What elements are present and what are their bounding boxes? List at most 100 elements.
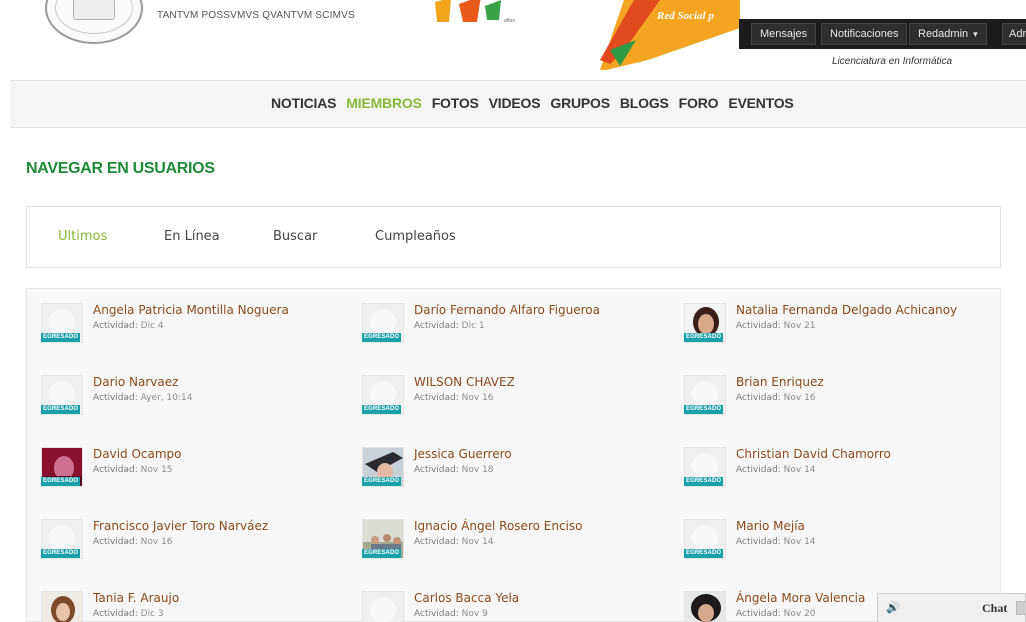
member-card[interactable]: EGRESADO Ignacio Ángel Rosero Enciso Activ… <box>348 505 658 569</box>
member-card[interactable]: Tania F. Araujo Actividad: Dic 3 <box>27 577 337 622</box>
messages-button[interactable]: Mensajes <box>751 23 817 45</box>
member-activity: Actividad: Nov 16 <box>736 393 816 403</box>
default-user-icon <box>370 381 396 407</box>
member-activity: Actividad: Nov 14 <box>414 537 494 547</box>
member-name[interactable]: WILSON CHAVEZ <box>414 375 515 389</box>
avatar-photo <box>685 592 725 622</box>
activity-date: Nov 16 <box>783 393 816 403</box>
brand-title: Red Social p <box>657 10 714 22</box>
anniversary-logo[interactable]: años <box>425 0 565 24</box>
member-card[interactable]: EGRESADO Dario Narvaez Actividad: Ayer, 10… <box>27 361 337 425</box>
notifications-button[interactable]: Notificaciones <box>821 23 908 45</box>
member-card[interactable]: Carlos Bacca Yela Actividad: Nov 9 <box>348 577 658 622</box>
avatar-placeholder[interactable] <box>362 591 404 622</box>
member-name[interactable]: Brian Enriquez <box>736 375 824 389</box>
default-user-icon <box>49 381 75 407</box>
member-activity: Actividad: Nov 16 <box>414 393 494 403</box>
member-card[interactable]: EGRESADO Brian Enriquez Actividad: Nov 16 <box>670 361 980 425</box>
member-name[interactable]: Ignacio Ángel Rosero Enciso <box>414 519 582 533</box>
member-list: EGRESADO Angela Patricia Montilla Noguera… <box>26 288 1001 622</box>
member-card[interactable]: EGRESADO David Ocampo Actividad: Nov 15 <box>27 433 337 497</box>
chat-toggle-button[interactable] <box>1016 601 1026 615</box>
admin-button[interactable]: Adm <box>1002 23 1026 45</box>
tab-en-linea[interactable]: En Línea <box>164 229 220 244</box>
member-activity: Actividad: Nov 14 <box>736 465 816 475</box>
member-activity: Actividad: Dic 4 <box>93 321 164 331</box>
member-name[interactable]: Christian David Chamorro <box>736 447 891 461</box>
activity-date: Nov 14 <box>783 537 816 547</box>
member-card[interactable]: EGRESADO Darío Fernando Alfaro Figueroa Ac… <box>348 289 658 353</box>
nav-item-grupos[interactable]: GRUPOS <box>550 95 610 111</box>
activity-label: Actividad: <box>93 609 138 619</box>
activity-label: Actividad: <box>414 537 459 547</box>
activity-label: Actividad: <box>414 393 459 403</box>
user-menu-button[interactable]: Redadmin ▾ <box>909 23 987 45</box>
avatar[interactable] <box>41 591 83 622</box>
member-name[interactable]: Ángela Mora Valencia <box>736 591 865 605</box>
tab-ultimos[interactable]: Ultimos <box>58 229 107 244</box>
member-name[interactable]: Carlos Bacca Yela <box>414 591 519 605</box>
graduate-badge: EGRESADO <box>684 549 724 558</box>
graduate-badge: EGRESADO <box>362 333 402 342</box>
chat-label: Chat <box>982 601 1008 615</box>
speaker-icon[interactable]: 🔊 <box>886 601 900 614</box>
activity-date: Dic 4 <box>140 321 164 331</box>
nav-item-eventos[interactable]: EVENTOS <box>728 95 793 111</box>
member-activity: Actividad: Dic 3 <box>93 609 164 619</box>
member-name[interactable]: Francisco Javier Toro Narváez <box>93 519 268 533</box>
activity-date: Nov 16 <box>461 393 494 403</box>
default-user-icon <box>692 381 718 407</box>
avatar-photo <box>42 592 82 622</box>
member-activity: Actividad: Nov 21 <box>736 321 816 331</box>
activity-date: Nov 15 <box>140 465 173 475</box>
activity-label: Actividad: <box>414 321 459 331</box>
member-activity: Actividad: Nov 15 <box>93 465 173 475</box>
default-user-icon <box>692 453 718 479</box>
university-motto: TANTVM POSSVMVS QVANTVM SCIMVS <box>157 10 355 21</box>
member-name[interactable]: Dario Narvaez <box>93 375 178 389</box>
graduate-badge: EGRESADO <box>684 477 724 486</box>
member-card[interactable]: EGRESADO Natalia Fernanda Delgado Achican… <box>670 289 980 353</box>
default-user-icon <box>49 309 75 335</box>
member-activity: Actividad: Nov 9 <box>414 609 488 619</box>
member-name[interactable]: Mario Mejía <box>736 519 805 533</box>
member-name[interactable]: Natalia Fernanda Delgado Achicanoy <box>736 303 957 317</box>
seal-shield <box>73 0 115 20</box>
member-card[interactable]: EGRESADO Jessica Guerrero Actividad: Nov 1… <box>348 433 658 497</box>
graduate-badge: EGRESADO <box>41 477 81 486</box>
activity-label: Actividad: <box>93 321 138 331</box>
university-seal-logo[interactable] <box>45 0 143 44</box>
member-name[interactable]: Jessica Guerrero <box>414 447 512 461</box>
activity-label: Actividad: <box>736 321 781 331</box>
activity-date: Nov 14 <box>461 537 494 547</box>
tab-buscar[interactable]: Buscar <box>273 229 317 244</box>
activity-date: Ayer, 10:14 <box>140 393 193 403</box>
default-user-icon <box>49 525 75 551</box>
nav-item-fotos[interactable]: FOTOS <box>432 95 479 111</box>
nav-item-miembros[interactable]: MIEMBROS <box>346 95 422 111</box>
member-card[interactable]: EGRESADO Christian David Chamorro Activida… <box>670 433 980 497</box>
member-name[interactable]: Angela Patricia Montilla Noguera <box>93 303 289 317</box>
activity-date: Nov 18 <box>461 465 494 475</box>
activity-label: Actividad: <box>93 393 138 403</box>
nav-item-noticias[interactable]: NOTICIAS <box>271 95 336 111</box>
nav-menu: NOTICIAS MIEMBROS FOTOS VIDEOS GRUPOS BLOGS FO… <box>271 95 794 111</box>
member-name[interactable]: Tania F. Araujo <box>93 591 179 605</box>
tab-cumpleanos[interactable]: Cumpleaños <box>375 229 456 244</box>
member-filter-tabs: Ultimos En Línea Buscar Cumpleaños <box>26 206 1001 268</box>
avatar[interactable] <box>684 591 726 622</box>
nav-item-foro[interactable]: FORO <box>679 95 719 111</box>
member-activity: Actividad: Ayer, 10:14 <box>93 393 192 403</box>
nav-item-videos[interactable]: VIDEOS <box>489 95 541 111</box>
member-card[interactable]: EGRESADO WILSON CHAVEZ Actividad: Nov 16 <box>348 361 658 425</box>
activity-label: Actividad: <box>93 465 138 475</box>
nav-item-blogs[interactable]: BLOGS <box>620 95 669 111</box>
member-card[interactable]: EGRESADO Mario Mejía Actividad: Nov 14 <box>670 505 980 569</box>
default-user-icon <box>370 597 396 622</box>
chat-bar[interactable]: 🔊 Chat <box>877 593 1026 622</box>
member-name[interactable]: Darío Fernando Alfaro Figueroa <box>414 303 600 317</box>
member-card[interactable]: EGRESADO Angela Patricia Montilla Noguera… <box>27 289 337 353</box>
member-card[interactable]: EGRESADO Francisco Javier Toro Narváez Act… <box>27 505 337 569</box>
graduate-badge: EGRESADO <box>684 333 724 342</box>
member-name[interactable]: David Ocampo <box>93 447 182 461</box>
